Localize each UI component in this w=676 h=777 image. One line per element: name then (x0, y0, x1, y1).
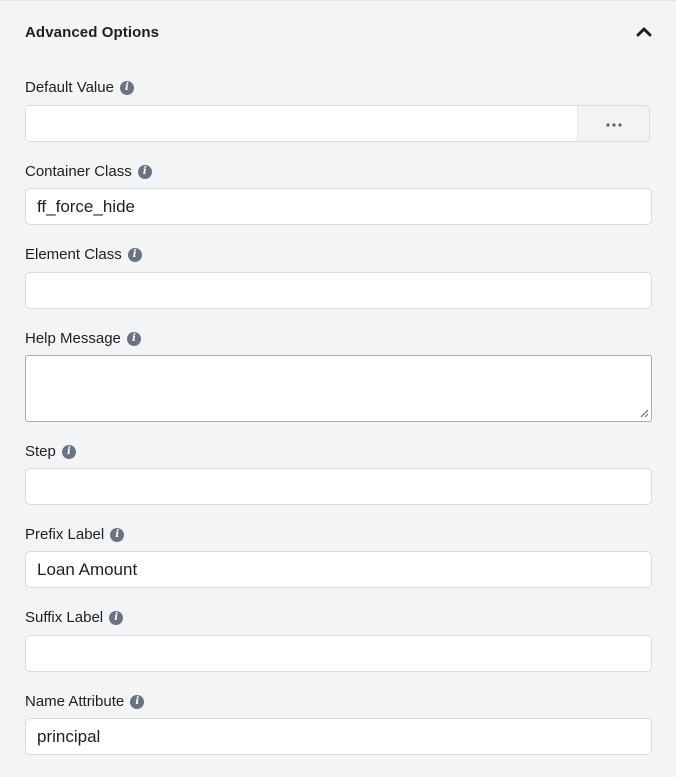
step-label: Step (25, 443, 56, 460)
info-icon[interactable]: i (119, 81, 134, 95)
field-default-value: Default Value i (25, 78, 652, 142)
help-message-textarea[interactable] (25, 355, 652, 422)
field-name-attribute: Name Attribute i (25, 692, 652, 755)
more-options-button[interactable] (577, 106, 649, 141)
suffix-label-input[interactable] (25, 635, 652, 672)
field-container-class: Container Class i (25, 162, 652, 225)
element-class-label: Element Class (25, 246, 122, 263)
info-icon[interactable]: i (110, 528, 125, 542)
step-input[interactable] (25, 468, 652, 505)
more-horizontal-icon (605, 115, 623, 133)
default-value-input-group (25, 105, 650, 142)
info-icon[interactable]: i (61, 445, 76, 459)
element-class-input[interactable] (25, 272, 652, 309)
container-class-input[interactable] (25, 188, 652, 225)
field-step: Step i (25, 442, 652, 505)
prefix-label-input[interactable] (25, 551, 652, 588)
panel-title: Advanced Options (25, 23, 160, 41)
prefix-label-label: Prefix Label (25, 526, 105, 543)
field-suffix-label: Suffix Label i (25, 608, 652, 672)
advanced-options-header[interactable]: Advanced Options (25, 15, 652, 49)
field-element-class: Element Class i (25, 245, 652, 309)
info-icon[interactable]: i (137, 165, 152, 179)
field-prefix-label: Prefix Label i (25, 525, 652, 588)
advanced-options-panel: Advanced Options Default Value i Contain… (0, 0, 676, 777)
default-value-input[interactable] (26, 106, 577, 141)
info-icon[interactable]: i (130, 695, 145, 709)
help-message-label: Help Message (25, 330, 121, 347)
info-icon[interactable]: i (126, 332, 141, 346)
suffix-label-label: Suffix Label (25, 609, 104, 626)
name-attribute-label: Name Attribute (25, 693, 125, 710)
field-help-message: Help Message i (25, 329, 652, 422)
chevron-up-icon[interactable] (636, 24, 652, 40)
default-value-label: Default Value (25, 79, 114, 96)
name-attribute-input[interactable] (25, 718, 652, 755)
container-class-label: Container Class (25, 163, 132, 180)
info-icon[interactable]: i (109, 611, 124, 625)
info-icon[interactable]: i (127, 248, 142, 262)
